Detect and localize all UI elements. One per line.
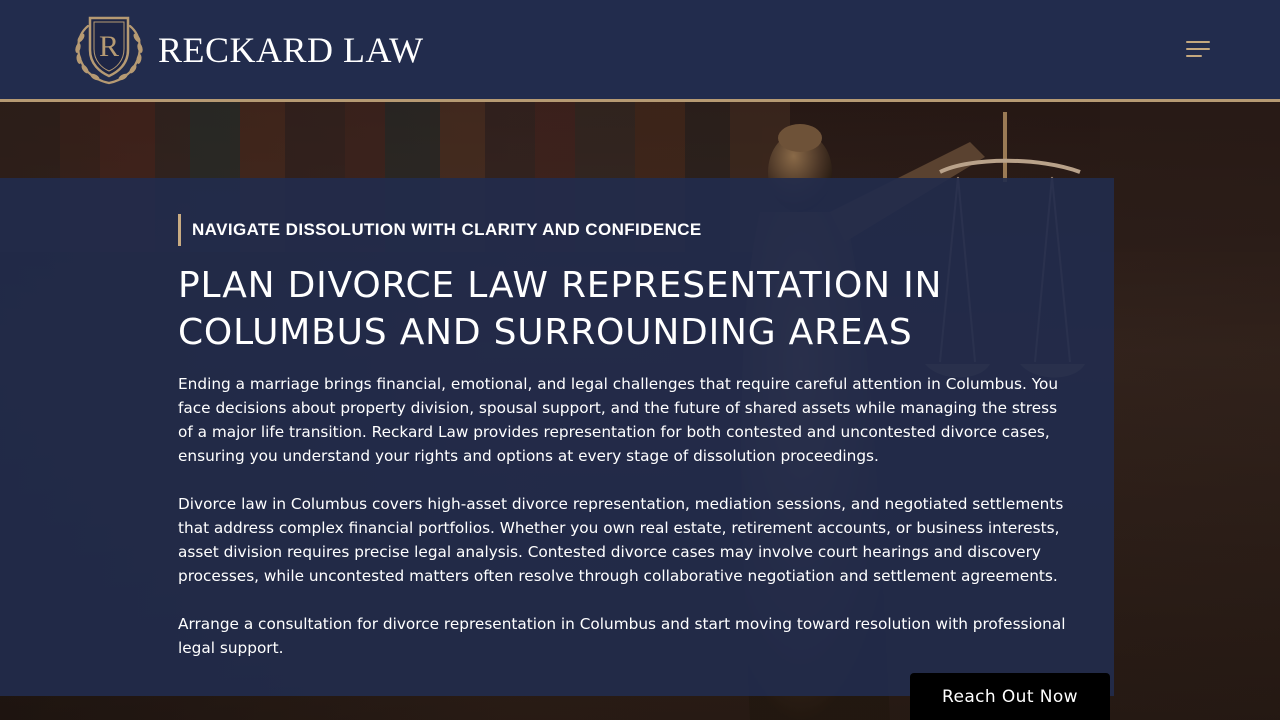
menu-line: [1186, 41, 1210, 43]
site-header: R RECKARD LAW: [0, 0, 1280, 102]
intro-paragraph: Ending a marriage brings financial, emot…: [178, 375, 1059, 465]
logo-letter: R: [99, 30, 119, 63]
consultation-paragraph: Arrange a consultation for divorce repre…: [178, 615, 1066, 657]
menu-line: [1186, 55, 1202, 57]
services-paragraph: Divorce law in Columbus covers high-asse…: [178, 495, 1064, 585]
hero-eyebrow: NAVIGATE DISSOLUTION WITH CLARITY AND CO…: [178, 214, 702, 246]
logo-link[interactable]: R RECKARD LAW: [68, 14, 424, 86]
reach-out-now-button[interactable]: Reach Out Now: [910, 673, 1110, 720]
brand-name: RECKARD LAW: [158, 30, 424, 70]
hamburger-menu-icon[interactable]: [1182, 38, 1214, 62]
laurel-crest-icon: R: [75, 16, 143, 85]
menu-line: [1186, 48, 1210, 50]
page-title: PLAN DIVORCE LAW REPRESENTATION IN COLUM…: [178, 265, 943, 353]
